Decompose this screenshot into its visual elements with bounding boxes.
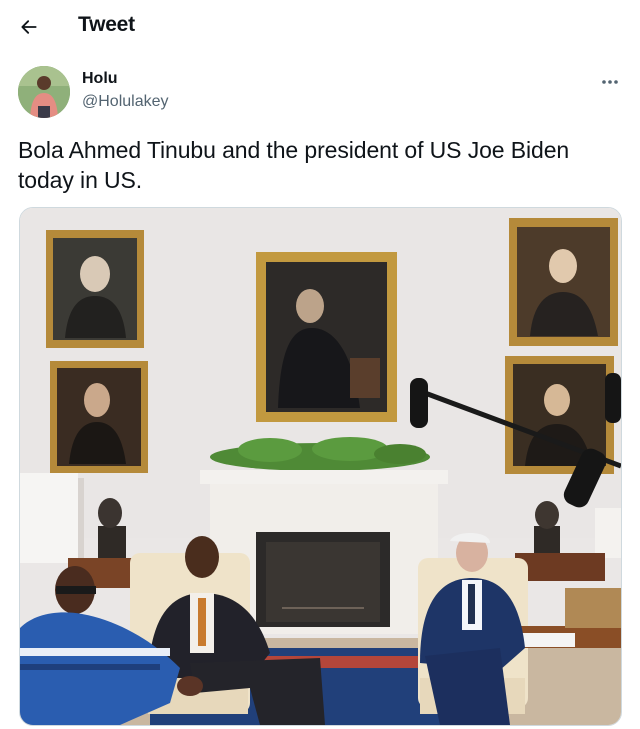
portrait-washington: [46, 230, 144, 348]
avatar-image: [18, 66, 70, 118]
portrait-hamilton: [509, 218, 618, 346]
tweet-text: Bola Ahmed Tinubu and the president of U…: [18, 137, 570, 193]
more-options-button[interactable]: [598, 72, 622, 92]
back-button[interactable]: [14, 12, 44, 42]
bust-right: [534, 501, 560, 554]
oval-office-photo: [20, 208, 621, 725]
more-horizontal-icon: [602, 80, 618, 84]
tweet-photo[interactable]: [19, 207, 622, 726]
tweet-author: Holu @Holulakey: [0, 60, 640, 124]
portrait-center: [256, 252, 397, 422]
author-handle[interactable]: @Holulakey: [82, 93, 169, 111]
page-title: Tweet: [78, 13, 135, 36]
portrait-lincoln: [50, 361, 148, 473]
author-name[interactable]: Holu: [82, 70, 118, 88]
avatar[interactable]: [18, 66, 70, 118]
top-bar: Tweet: [0, 0, 640, 52]
arrow-left-icon: [21, 20, 37, 34]
